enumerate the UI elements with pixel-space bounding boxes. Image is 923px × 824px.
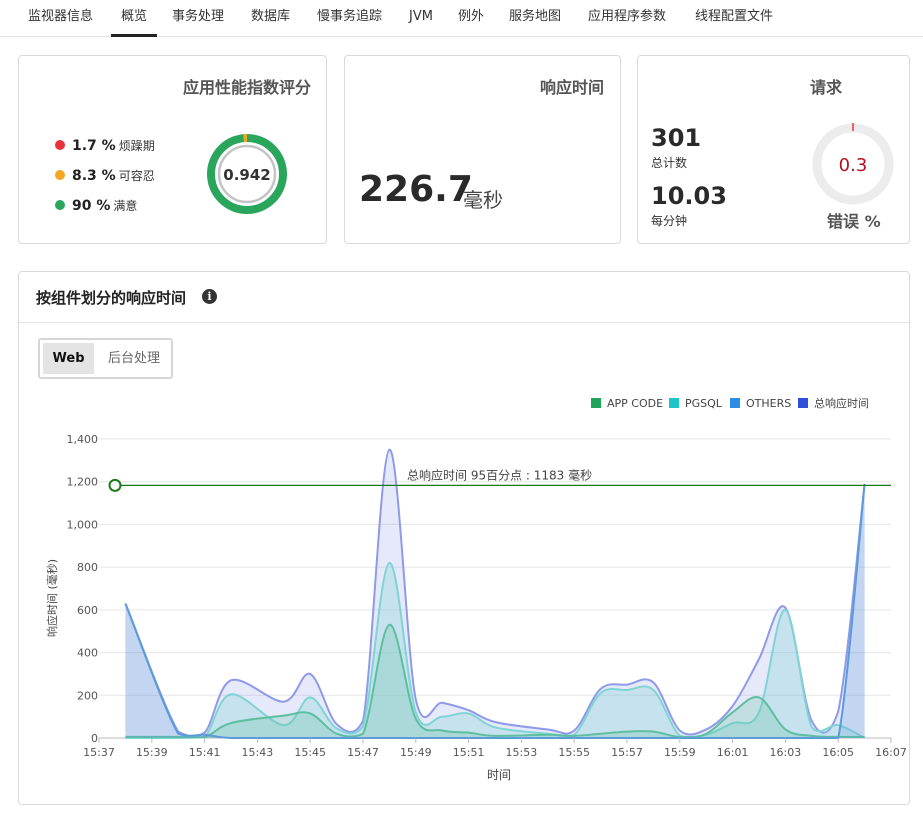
x-tick-label: 15:45 bbox=[294, 746, 326, 759]
response-time-value: 226.7 bbox=[359, 169, 473, 210]
response-time-title: 响应时间 bbox=[539, 78, 604, 97]
frustrated-label: 烦躁期 bbox=[118, 139, 155, 153]
error-gauge: 0.3 bbox=[812, 123, 894, 205]
satisfied-pct: 90 % bbox=[72, 198, 111, 214]
chart-series bbox=[124, 448, 866, 739]
tab-jvm[interactable]: JVM bbox=[409, 8, 433, 37]
chart-legend: APP CODE PGSQL OTHERS 总响应时间 bbox=[591, 396, 869, 410]
response-time-card: 响应时间 226.7 毫秒 bbox=[344, 55, 621, 244]
legend-swatch-pgsql bbox=[669, 398, 679, 408]
legend-label-app-code: APP CODE bbox=[607, 397, 663, 410]
tab-databases[interactable]: 数据库 bbox=[251, 8, 290, 37]
x-axis: 15:37 15:39 15:41 15:43 15:45 15:47 15:49 15:51… bbox=[83, 738, 907, 759]
x-tick-label: 15:59 bbox=[664, 746, 696, 759]
satisfied-label: 满意 bbox=[113, 199, 138, 213]
threshold-line-group: 总响应时间 95百分点 : 1183 毫秒 bbox=[108, 467, 891, 492]
total-count-value: 301 bbox=[651, 124, 702, 152]
error-label: 错误 % bbox=[827, 212, 881, 231]
x-tick-label: 15:55 bbox=[558, 746, 590, 759]
apdex-satisfied-row: 90 % 满意 bbox=[55, 197, 137, 214]
y-tick-label: 1,200 bbox=[67, 476, 99, 489]
red-dot-icon bbox=[55, 140, 65, 150]
legend-swatch-app-code bbox=[591, 398, 601, 408]
threshold-label: 总响应时间 95百分点 : 1183 毫秒 bbox=[407, 467, 592, 482]
x-tick-label: 16:05 bbox=[822, 746, 854, 759]
x-tick-label: 15:41 bbox=[189, 746, 221, 759]
tab-transactions[interactable]: 事务处理 bbox=[172, 8, 224, 37]
orange-dot-icon bbox=[55, 170, 65, 180]
x-tick-label: 16:03 bbox=[770, 746, 802, 759]
y-tick-label: 800 bbox=[77, 561, 98, 574]
y-tick-label: 200 bbox=[77, 689, 98, 702]
requests-title: 请求 bbox=[810, 78, 843, 97]
x-tick-label: 15:47 bbox=[347, 746, 379, 759]
response-time-unit: 毫秒 bbox=[463, 188, 503, 212]
apdex-donut: 0.942 bbox=[207, 134, 287, 214]
y-tick-label: 1,400 bbox=[67, 433, 99, 446]
y-tick-label: 600 bbox=[77, 604, 98, 617]
tab-overview[interactable]: 概览 bbox=[111, 8, 158, 37]
frustrated-pct: 1.7 % bbox=[72, 138, 116, 154]
apdex-score: 0.942 bbox=[223, 166, 270, 184]
legend-label-pgsql: PGSQL bbox=[685, 397, 723, 410]
x-tick-label: 15:37 bbox=[83, 746, 115, 759]
y-tick-label: 0 bbox=[91, 732, 98, 745]
threshold-marker bbox=[108, 478, 122, 492]
legend-label-total: 总响应时间 bbox=[814, 396, 869, 410]
x-axis-title: 时间 bbox=[487, 768, 511, 782]
x-tick-label: 15:39 bbox=[136, 746, 168, 759]
tab-monitor-info[interactable]: 监视器信息 bbox=[28, 8, 93, 37]
y-axis-title: 响应时间 (毫秒) bbox=[45, 559, 59, 637]
y-tick-label: 400 bbox=[77, 647, 98, 660]
green-dot-icon bbox=[55, 200, 65, 210]
x-tick-label: 15:49 bbox=[400, 746, 432, 759]
per-minute-label: 每分钟 bbox=[651, 214, 688, 228]
tolerating-pct: 8.3 % bbox=[72, 168, 116, 184]
apdex-title: 应用性能指数评分 bbox=[182, 78, 311, 97]
response-by-component-panel: 按组件划分的响应时间 i Web 后台处理 APP CODE PGSQL OTH… bbox=[18, 271, 910, 805]
legend-label-others: OTHERS bbox=[746, 397, 791, 410]
y-axis: 0 200 400 600 800 1,000 1,200 1,400 bbox=[67, 433, 99, 745]
requests-card: 请求 301 总计数 10.03 每分钟 0.3 错误 % bbox=[637, 55, 910, 244]
apdex-tolerating-row: 8.3 % 可容忍 bbox=[55, 167, 155, 184]
total-count-label: 总计数 bbox=[651, 156, 688, 170]
x-tick-label: 15:51 bbox=[453, 746, 485, 759]
error-value: 0.3 bbox=[839, 155, 868, 176]
tab-bar: 监视器信息 概览 事务处理 数据库 慢事务追踪 JVM 例外 服务地图 应用程序… bbox=[0, 0, 923, 37]
apdex-frustrated-row: 1.7 % 烦躁期 bbox=[55, 137, 155, 154]
x-tick-label: 15:57 bbox=[611, 746, 643, 759]
x-tick-label: 15:43 bbox=[242, 746, 274, 759]
tab-slow-transactions[interactable]: 慢事务追踪 bbox=[317, 8, 382, 37]
tab-exceptions[interactable]: 例外 bbox=[458, 8, 484, 37]
tolerating-label: 可容忍 bbox=[118, 169, 155, 183]
legend-swatch-total bbox=[798, 398, 808, 408]
tab-app-params[interactable]: 应用程序参数 bbox=[588, 8, 666, 37]
x-tick-label: 15:53 bbox=[506, 746, 538, 759]
tab-service-map[interactable]: 服务地图 bbox=[509, 8, 561, 37]
legend-swatch-others bbox=[730, 398, 740, 408]
apdex-card: 应用性能指数评分 1.7 % 烦躁期 8.3 % 可容忍 90 % 满意 0.942 bbox=[18, 55, 327, 244]
x-tick-label: 16:01 bbox=[717, 746, 749, 759]
x-tick-label: 16:07 bbox=[875, 746, 907, 759]
y-tick-label: 1,000 bbox=[67, 518, 99, 531]
response-time-chart: APP CODE PGSQL OTHERS 总响应时间 总响应时间 95百分点 … bbox=[45, 396, 907, 782]
per-minute-value: 10.03 bbox=[651, 182, 727, 210]
tab-thread-profiles[interactable]: 线程配置文件 bbox=[695, 8, 773, 37]
